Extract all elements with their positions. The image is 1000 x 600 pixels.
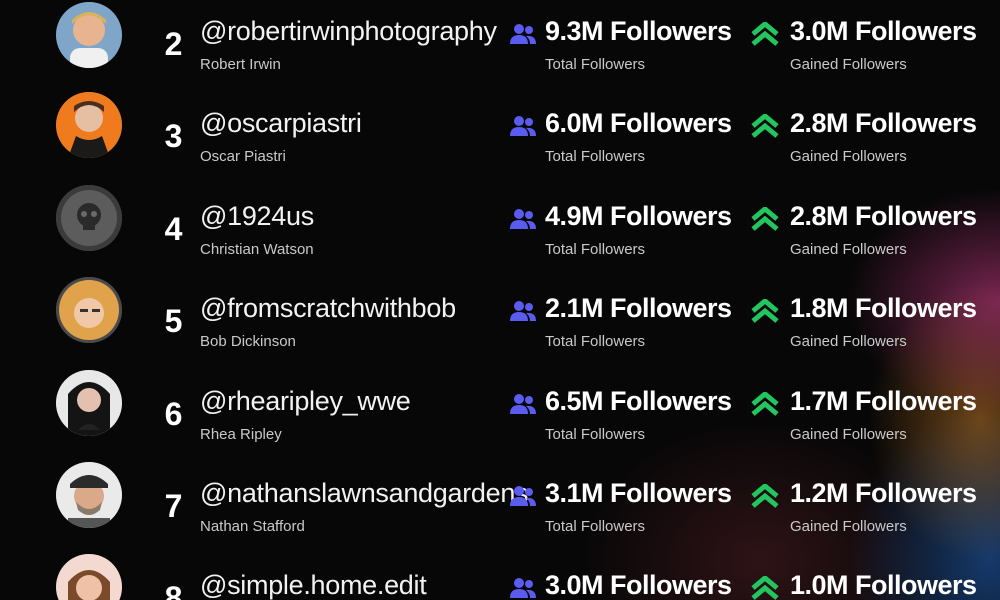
gained-followers-label: Gained Followers <box>790 148 907 165</box>
gained-followers-value: 1.8M Followers <box>790 293 977 323</box>
users-icon <box>510 24 536 44</box>
handle-link[interactable]: @nathanslawnsandgardens <box>200 478 529 509</box>
total-followers-value: 6.5M Followers <box>545 386 732 416</box>
handle-link[interactable]: @fromscratchwithbob <box>200 293 456 324</box>
list-item[interactable]: 8 @simple.home.edit 3.0M Followers 1.0M … <box>0 554 1000 600</box>
display-name: Nathan Stafford <box>200 518 305 535</box>
rank-number: 6 <box>164 396 183 432</box>
total-followers-label: Total Followers <box>545 148 646 165</box>
rank-number: 5 <box>164 303 183 339</box>
rank-number: 8 <box>164 580 183 600</box>
users-icon <box>510 578 536 598</box>
list-item[interactable]: 4 @1924us Christian Watson 4.9M Follower… <box>0 185 1000 277</box>
users-icon <box>510 116 536 136</box>
handle-link[interactable]: @1924us <box>200 201 314 232</box>
display-name: Christian Watson <box>200 241 314 258</box>
gained-followers-value: 1.2M Followers <box>790 478 977 508</box>
gained-followers-label: Gained Followers <box>790 56 907 73</box>
chevrons-up-icon <box>751 114 779 138</box>
chevrons-up-icon <box>751 576 779 600</box>
gained-followers-value: 1.0M Followers <box>790 570 977 600</box>
rank-number: 2 <box>164 26 183 62</box>
avatar <box>56 370 122 436</box>
avatar <box>56 185 122 251</box>
total-followers-value: 3.1M Followers <box>545 478 732 508</box>
users-icon <box>510 394 536 414</box>
list-item[interactable]: 5 @fromscratchwithbob Bob Dickinson 2.1M… <box>0 277 1000 369</box>
total-followers-label: Total Followers <box>545 56 646 73</box>
users-icon <box>510 486 536 506</box>
chevrons-up-icon <box>751 484 779 508</box>
gained-followers-value: 1.7M Followers <box>790 386 977 416</box>
total-followers-label: Total Followers <box>545 241 646 258</box>
avatar <box>56 277 122 343</box>
total-followers-value: 6.0M Followers <box>545 108 732 138</box>
chevrons-up-icon <box>751 22 779 46</box>
avatar <box>56 462 122 528</box>
handle-link[interactable]: @rhearipley_wwe <box>200 386 411 417</box>
avatar <box>56 92 122 158</box>
gained-followers-label: Gained Followers <box>790 426 907 443</box>
display-name: Rhea Ripley <box>200 426 282 443</box>
display-name: Robert Irwin <box>200 56 281 73</box>
display-name: Bob Dickinson <box>200 333 296 350</box>
list-item[interactable]: 6 @rhearipley_wwe Rhea Ripley 6.5M Follo… <box>0 370 1000 462</box>
list-item[interactable]: 3 @oscarpiastri Oscar Piastri 6.0M Follo… <box>0 92 1000 184</box>
gained-followers-label: Gained Followers <box>790 333 907 350</box>
gained-followers-label: Gained Followers <box>790 518 907 535</box>
handle-link[interactable]: @oscarpiastri <box>200 108 362 139</box>
gained-followers-label: Gained Followers <box>790 241 907 258</box>
gained-followers-value: 2.8M Followers <box>790 201 977 231</box>
users-icon <box>510 301 536 321</box>
rank-number: 3 <box>164 118 183 154</box>
users-icon <box>510 209 536 229</box>
gained-followers-value: 3.0M Followers <box>790 16 977 46</box>
total-followers-value: 9.3M Followers <box>545 16 732 46</box>
rank-number: 7 <box>164 488 183 524</box>
avatar <box>56 554 122 600</box>
rank-number: 4 <box>164 211 183 247</box>
list-item[interactable]: 7 @nathanslawnsandgardens Nathan Staffor… <box>0 462 1000 554</box>
total-followers-value: 3.0M Followers <box>545 570 732 600</box>
handle-link[interactable]: @robertirwinphotography <box>200 16 497 47</box>
gained-followers-value: 2.8M Followers <box>790 108 977 138</box>
list-item[interactable]: 2 @robertirwinphotography Robert Irwin 9… <box>0 0 1000 92</box>
total-followers-value: 2.1M Followers <box>545 293 732 323</box>
chevrons-up-icon <box>751 207 779 231</box>
total-followers-label: Total Followers <box>545 426 646 443</box>
total-followers-value: 4.9M Followers <box>545 201 732 231</box>
total-followers-label: Total Followers <box>545 333 646 350</box>
total-followers-label: Total Followers <box>545 518 646 535</box>
avatar <box>56 2 122 68</box>
display-name: Oscar Piastri <box>200 148 286 165</box>
handle-link[interactable]: @simple.home.edit <box>200 570 427 600</box>
chevrons-up-icon <box>751 392 779 416</box>
chevrons-up-icon <box>751 299 779 323</box>
